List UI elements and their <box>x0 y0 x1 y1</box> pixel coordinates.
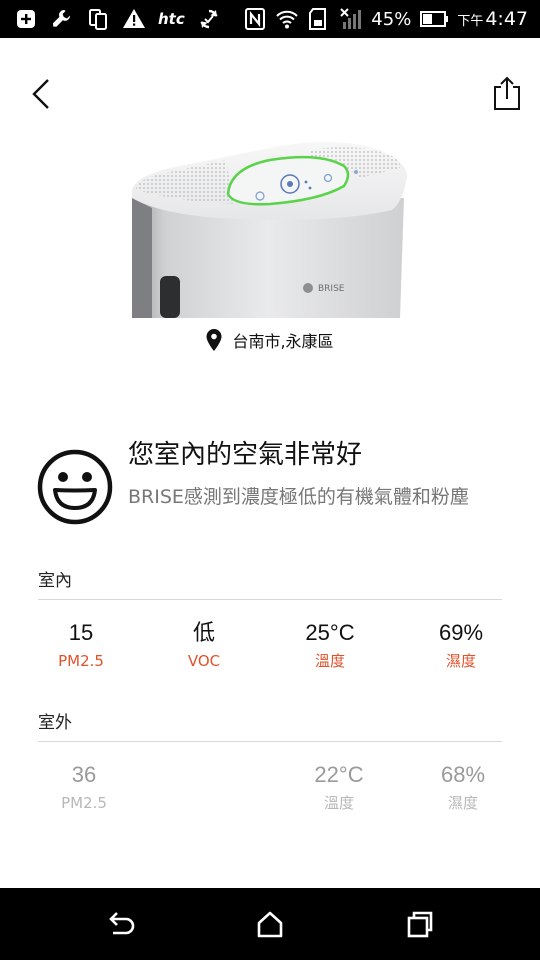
nav-recent-apps-button[interactable] <box>404 908 436 940</box>
copy-icon <box>89 9 107 30</box>
outdoor-pm25-value: 36 <box>71 762 97 787</box>
air-quality-headline: 您室內的空氣非常好 <box>128 440 363 470</box>
navigation-bar <box>0 888 540 960</box>
wifi-icon <box>276 10 299 29</box>
indoor-pm25: 15 PM2.5 <box>21 618 141 672</box>
indoor-divider <box>38 599 502 600</box>
indoor-humidity: 69% 濕度 <box>401 618 521 672</box>
status-left-icons: htc <box>14 7 221 31</box>
sync-icon <box>200 9 218 29</box>
chevron-left-icon <box>32 79 49 109</box>
status-right-icons: 45% 下午 4:47 <box>243 7 528 31</box>
nav-home-button[interactable] <box>254 908 286 940</box>
time-value: 4:47 <box>485 8 528 30</box>
indoor-voc: 低 VOC <box>144 618 264 672</box>
nfc-icon <box>245 8 266 30</box>
share-button[interactable] <box>490 74 524 114</box>
location: 台南市,永康區 <box>0 326 540 354</box>
indoor-temperature: 25°C 溫度 <box>270 618 390 672</box>
indoor-pm25-label: PM2.5 <box>58 652 104 670</box>
outdoor-divider <box>38 741 502 742</box>
add-box-icon <box>17 10 35 28</box>
indoor-temperature-label: 溫度 <box>314 652 345 670</box>
clock: 下午 4:47 <box>457 8 528 30</box>
sd-card-icon <box>309 8 327 30</box>
indoor-section-title: 室內 <box>38 571 72 591</box>
indoor-humidity-value: 69% <box>438 620 484 645</box>
home-icon <box>257 911 283 938</box>
signal-off-icon <box>340 8 362 29</box>
outdoor-humidity-value: 68% <box>440 762 486 787</box>
outdoor-section-title: 室外 <box>38 713 72 733</box>
smiley-icon <box>37 449 113 525</box>
outdoor-temperature-value: 22°C <box>314 762 364 787</box>
battery-percent: 45% <box>371 8 412 30</box>
back-button[interactable] <box>24 74 60 114</box>
indoor-humidity-label: 濕度 <box>445 652 476 670</box>
air-quality-description: BRISE感測到濃度極低的有機氣體和粉塵 <box>128 486 469 508</box>
device-brand-logo: BRISE <box>318 284 345 294</box>
time-prefix: 下午 <box>457 14 484 29</box>
status-bar: htc 45% 下午 4:47 <box>0 0 540 38</box>
device-image: BRISE <box>130 138 412 318</box>
location-text: 台南市,永康區 <box>232 332 334 351</box>
outdoor-pm25: 36 PM2.5 <box>24 760 144 814</box>
share-icon <box>494 76 520 110</box>
indoor-pm25-value: 15 <box>68 620 94 645</box>
back-arrow-icon <box>109 912 135 935</box>
outdoor-pm25-label: PM2.5 <box>61 794 107 812</box>
outdoor-temperature-label: 溫度 <box>323 794 354 812</box>
indoor-voc-label: VOC <box>187 652 221 670</box>
outdoor-humidity-label: 濕度 <box>447 794 478 812</box>
wrench-icon <box>53 10 71 27</box>
carrier-logo: htc <box>158 10 185 28</box>
nav-back-button[interactable] <box>104 908 136 940</box>
warning-icon <box>123 9 145 28</box>
location-pin-icon <box>206 329 222 351</box>
battery-icon <box>420 11 449 27</box>
outdoor-temperature: 22°C 溫度 <box>279 760 399 814</box>
indoor-voc-value: 低 <box>192 620 215 645</box>
indoor-temperature-value: 25°C <box>305 620 355 645</box>
recent-apps-icon <box>407 911 433 938</box>
outdoor-humidity: 68% 濕度 <box>403 760 523 814</box>
